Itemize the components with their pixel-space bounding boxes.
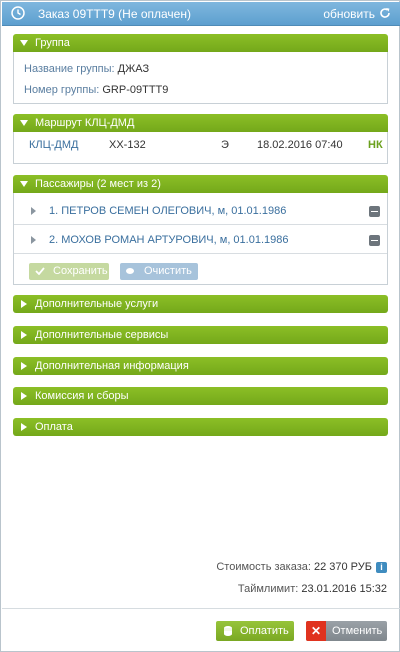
- refresh-link[interactable]: обновить: [323, 7, 375, 21]
- passenger-row[interactable]: 2. МОХОВ РОМАН АРТУРОВИЧ, м, 01.01.1986: [14, 226, 387, 254]
- clear-button-label: Очистить: [144, 265, 192, 277]
- refresh-icon[interactable]: [379, 7, 391, 19]
- clear-button[interactable]: Очистить: [120, 263, 198, 280]
- expand-icon: [21, 392, 27, 400]
- pay-button[interactable]: Оплатить: [216, 621, 294, 641]
- expand-icon: [21, 362, 27, 370]
- service-class: Э: [221, 139, 229, 151]
- section-title: Маршрут КЛЦ-ДМД: [35, 117, 135, 129]
- group-number-label: Номер группы:: [24, 84, 100, 96]
- section-header-extra-servicing[interactable]: Дополнительные сервисы: [13, 326, 388, 344]
- section-header-extra-services[interactable]: Дополнительные услуги: [13, 295, 388, 313]
- time-limit-label: Таймлимит:: [237, 583, 299, 595]
- section-title: Дополнительная информация: [35, 360, 189, 372]
- passenger-name: 1. ПЕТРОВ СЕМЕН ОЛЕГОВИЧ, м, 01.01.1986: [49, 205, 287, 217]
- group-number-value: GRP-09TTT9: [102, 84, 169, 96]
- remove-passenger-icon[interactable]: [369, 235, 380, 246]
- expand-icon[interactable]: [31, 236, 36, 244]
- section-header-payment[interactable]: Оплата: [13, 418, 388, 436]
- window-title: Заказ 09TTT9 (Не оплачен): [38, 7, 191, 21]
- collapse-icon: [20, 40, 28, 46]
- group-number-field: Номер группы: GRP-09TTT9: [24, 84, 168, 96]
- clock-icon: [11, 6, 25, 20]
- group-panel: Название группы: ДЖАЗ Номер группы: GRP-…: [13, 52, 388, 104]
- info-icon[interactable]: i: [376, 562, 387, 573]
- save-button[interactable]: Сохранить: [29, 263, 109, 280]
- departure-datetime: 18.02.2016 07:40: [257, 139, 343, 151]
- close-icon: ✕: [306, 621, 326, 641]
- cancel-button-label: Отменить: [332, 625, 383, 637]
- order-cost: Стоимость заказа: 22 370 РУБ: [216, 561, 372, 573]
- passengers-panel: 1. ПЕТРОВ СЕМЕН ОЛЕГОВИЧ, м, 01.01.1986 …: [13, 193, 388, 285]
- route-segment[interactable]: КЛЦ-ДМД: [29, 139, 79, 151]
- section-title: Оплата: [35, 421, 73, 433]
- time-limit: Таймлимит: 23.01.2016 15:32: [238, 583, 387, 595]
- section-title: Пассажиры (2 мест из 2): [35, 178, 161, 190]
- collapse-icon: [20, 181, 28, 187]
- expand-icon: [21, 331, 27, 339]
- check-icon: [35, 267, 45, 275]
- group-name-field: Название группы: ДЖАЗ: [24, 63, 149, 75]
- section-header-route[interactable]: Маршрут КЛЦ-ДМД: [13, 114, 388, 132]
- eraser-icon: [126, 268, 134, 274]
- section-header-passengers[interactable]: Пассажиры (2 мест из 2): [13, 175, 388, 193]
- group-name-value: ДЖАЗ: [117, 63, 150, 75]
- section-header-extra-info[interactable]: Дополнительная информация: [13, 357, 388, 375]
- order-cost-value: 22 370 РУБ: [313, 561, 372, 573]
- save-button-label: Сохранить: [53, 265, 108, 277]
- flight-number: XX-132: [109, 139, 146, 151]
- section-title: Комиссия и сборы: [35, 390, 129, 402]
- section-header-commission[interactable]: Комиссия и сборы: [13, 387, 388, 405]
- remove-passenger-icon[interactable]: [369, 206, 380, 217]
- cancel-button[interactable]: ✕ Отменить: [306, 621, 387, 641]
- coins-icon: [224, 626, 232, 636]
- section-title: Дополнительные услуги: [35, 298, 159, 310]
- route-panel: КЛЦ-ДМД XX-132 Э 18.02.2016 07:40 НК: [13, 132, 388, 164]
- expand-icon: [21, 300, 27, 308]
- pay-button-label: Оплатить: [240, 625, 289, 637]
- section-title: Дополнительные сервисы: [35, 329, 169, 341]
- expand-icon[interactable]: [31, 207, 36, 215]
- expand-icon: [21, 423, 27, 431]
- footer-divider: [2, 608, 400, 609]
- collapse-icon: [20, 120, 28, 126]
- passenger-name: 2. МОХОВ РОМАН АРТУРОВИЧ, м, 01.01.1986: [49, 234, 289, 246]
- group-name-label: Название группы:: [24, 63, 115, 75]
- order-window: Заказ 09TTT9 (Не оплачен) обновить Групп…: [0, 0, 400, 652]
- segment-status: НК: [368, 139, 383, 151]
- order-cost-label: Стоимость заказа:: [216, 561, 311, 573]
- section-header-group[interactable]: Группа: [13, 34, 388, 52]
- window-titlebar: Заказ 09TTT9 (Не оплачен) обновить: [2, 2, 400, 26]
- section-title: Группа: [35, 37, 70, 49]
- passenger-row[interactable]: 1. ПЕТРОВ СЕМЕН ОЛЕГОВИЧ, м, 01.01.1986: [14, 197, 387, 225]
- time-limit-value: 23.01.2016 15:32: [301, 583, 387, 595]
